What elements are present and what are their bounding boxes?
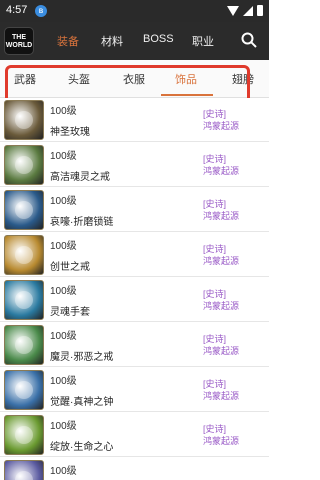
list-item[interactable]: 100级 (0, 458, 269, 480)
item-source: 鸿蒙起源 (203, 391, 240, 401)
status-time: 4:57 (6, 4, 28, 16)
item-thumbnail (4, 370, 44, 410)
list-item[interactable]: 100级 绽放·生命之心 [史诗] 鸿蒙起源 (0, 413, 269, 457)
item-thumbnail (4, 190, 44, 230)
item-name: 神圣玫瑰 (50, 127, 90, 138)
item-source: 鸿蒙起源 (203, 346, 240, 356)
item-thumbnail (4, 235, 44, 275)
item-level: 100级 (50, 466, 77, 477)
item-source: 鸿蒙起源 (203, 436, 240, 446)
item-source: 鸿蒙起源 (203, 121, 240, 131)
item-thumbnail (4, 145, 44, 185)
list-item[interactable]: 100级 哀嚎·折磨锁链 [史诗] 鸿蒙起源 (0, 188, 269, 232)
item-level: 100级 (50, 196, 77, 207)
list-item[interactable]: 100级 创世之戒 [史诗] 鸿蒙起源 (0, 233, 269, 277)
nav-boss[interactable]: BOSS (143, 33, 174, 45)
battery-icon (257, 5, 263, 16)
list-item[interactable]: 100级 高洁魂灵之戒 [史诗] 鸿蒙起源 (0, 143, 269, 187)
search-icon[interactable] (241, 32, 257, 48)
nav-equipment[interactable]: 装备 (57, 33, 79, 49)
item-name: 创世之戒 (50, 262, 90, 273)
item-name: 哀嚎·折磨锁链 (50, 217, 114, 228)
list-item[interactable]: 100级 魔灵·邪恶之戒 [史诗] 鸿蒙起源 (0, 323, 269, 367)
item-name: 高洁魂灵之戒 (50, 172, 110, 183)
item-level: 100级 (50, 331, 77, 342)
item-level: 100级 (50, 376, 77, 387)
item-level: 100级 (50, 286, 77, 297)
item-thumbnail (4, 325, 44, 365)
wifi-icon (227, 5, 239, 16)
item-name: 绽放·生命之心 (50, 442, 114, 453)
item-level: 100级 (50, 151, 77, 162)
item-thumbnail (4, 100, 44, 140)
list-item[interactable]: 100级 神圣玫瑰 [史诗] 鸿蒙起源 (0, 98, 269, 142)
item-name: 魔灵·邪恶之戒 (50, 352, 114, 363)
item-level: 100级 (50, 241, 77, 252)
app-logo[interactable]: THE WORLD (4, 27, 34, 55)
item-level: 100级 (50, 421, 77, 432)
item-thumbnail (4, 280, 44, 320)
list-item[interactable]: 100级 觉醒·真神之钟 [史诗] 鸿蒙起源 (0, 368, 269, 412)
item-source: 鸿蒙起源 (203, 211, 240, 221)
item-thumbnail (4, 415, 44, 455)
nav-materials[interactable]: 材料 (101, 33, 123, 49)
item-name: 觉醒·真神之钟 (50, 397, 114, 408)
item-thumbnail (4, 460, 44, 480)
item-source: 鸿蒙起源 (203, 301, 240, 311)
signal-icon (243, 5, 253, 16)
notification-icon: ʙ (35, 5, 47, 17)
item-name: 灵魂手套 (50, 307, 90, 318)
logo-line-1: THE (12, 34, 26, 41)
item-source: 鸿蒙起源 (203, 256, 240, 266)
logo-line-2: WORLD (5, 42, 33, 49)
list-item[interactable]: 100级 灵魂手套 [史诗] 鸿蒙起源 (0, 278, 269, 322)
app-bar: THE WORLD 装备 材料 BOSS 职业 (0, 22, 269, 60)
item-source: 鸿蒙起源 (203, 166, 240, 176)
status-bar: 4:57 ʙ (0, 0, 269, 22)
nav-classes[interactable]: 职业 (192, 33, 214, 49)
status-icons (227, 5, 263, 16)
item-level: 100级 (50, 106, 77, 117)
